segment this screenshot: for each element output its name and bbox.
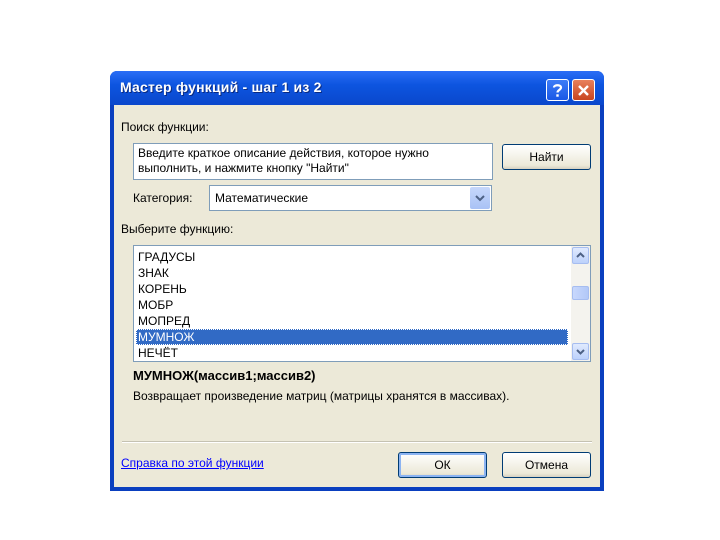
function-list-label: Выберите функцию: bbox=[121, 222, 234, 236]
cancel-button[interactable]: Отмена bbox=[502, 452, 591, 478]
list-item-selected[interactable]: МУМНОЖ bbox=[136, 329, 568, 345]
help-button[interactable] bbox=[546, 79, 569, 101]
chevron-up-icon bbox=[576, 252, 585, 258]
list-item[interactable]: ЗНАК bbox=[136, 265, 568, 281]
chevron-down-icon bbox=[576, 349, 585, 355]
find-button-label: Найти bbox=[529, 150, 564, 164]
dialog-body: Поиск функции: Введите краткое описание … bbox=[114, 105, 600, 487]
scroll-thumb[interactable] bbox=[572, 286, 589, 300]
help-link[interactable]: Справка по этой функции bbox=[121, 456, 264, 470]
scroll-down-button[interactable] bbox=[572, 343, 589, 360]
list-scrollbar[interactable] bbox=[571, 246, 590, 361]
search-label: Поиск функции: bbox=[121, 120, 209, 134]
dropdown-button[interactable] bbox=[470, 187, 490, 209]
list-item[interactable]: ГРАДУСЫ bbox=[136, 249, 568, 265]
list-item[interactable]: МОБР bbox=[136, 297, 568, 313]
search-description-field[interactable]: Введите краткое описание действия, котор… bbox=[133, 143, 493, 180]
cancel-button-label: Отмена bbox=[524, 458, 569, 472]
ok-button-label: ОК bbox=[434, 458, 451, 472]
category-value: Математические bbox=[215, 191, 308, 205]
close-button[interactable] bbox=[572, 79, 595, 101]
list-item[interactable]: НЕЧЁТ bbox=[136, 345, 568, 361]
function-signature: МУМНОЖ(массив1;массив2) bbox=[133, 368, 316, 383]
category-select[interactable]: Математические bbox=[209, 185, 492, 211]
function-wizard-dialog: Мастер функций - шаг 1 из 2 Поиск функци… bbox=[110, 71, 604, 491]
ok-button[interactable]: ОК bbox=[398, 452, 487, 478]
chevron-down-icon bbox=[475, 195, 485, 202]
function-description: Возвращает произведение матриц (матрицы … bbox=[133, 389, 510, 403]
list-item[interactable]: МОПРЕД bbox=[136, 313, 568, 329]
function-listbox[interactable]: ГРАДУСЫ ЗНАК КОРЕНЬ МОБР МОПРЕД МУМНОЖ Н… bbox=[133, 245, 591, 362]
title-bar[interactable]: Мастер функций - шаг 1 из 2 bbox=[110, 71, 604, 105]
dialog-title: Мастер функций - шаг 1 из 2 bbox=[120, 79, 322, 95]
list-item[interactable]: КОРЕНЬ bbox=[136, 281, 568, 297]
divider bbox=[122, 441, 592, 443]
scroll-up-button[interactable] bbox=[572, 247, 589, 264]
find-button[interactable]: Найти bbox=[502, 144, 591, 170]
close-x-icon bbox=[578, 84, 589, 96]
question-mark-icon bbox=[552, 83, 563, 97]
category-label: Категория: bbox=[133, 191, 193, 205]
